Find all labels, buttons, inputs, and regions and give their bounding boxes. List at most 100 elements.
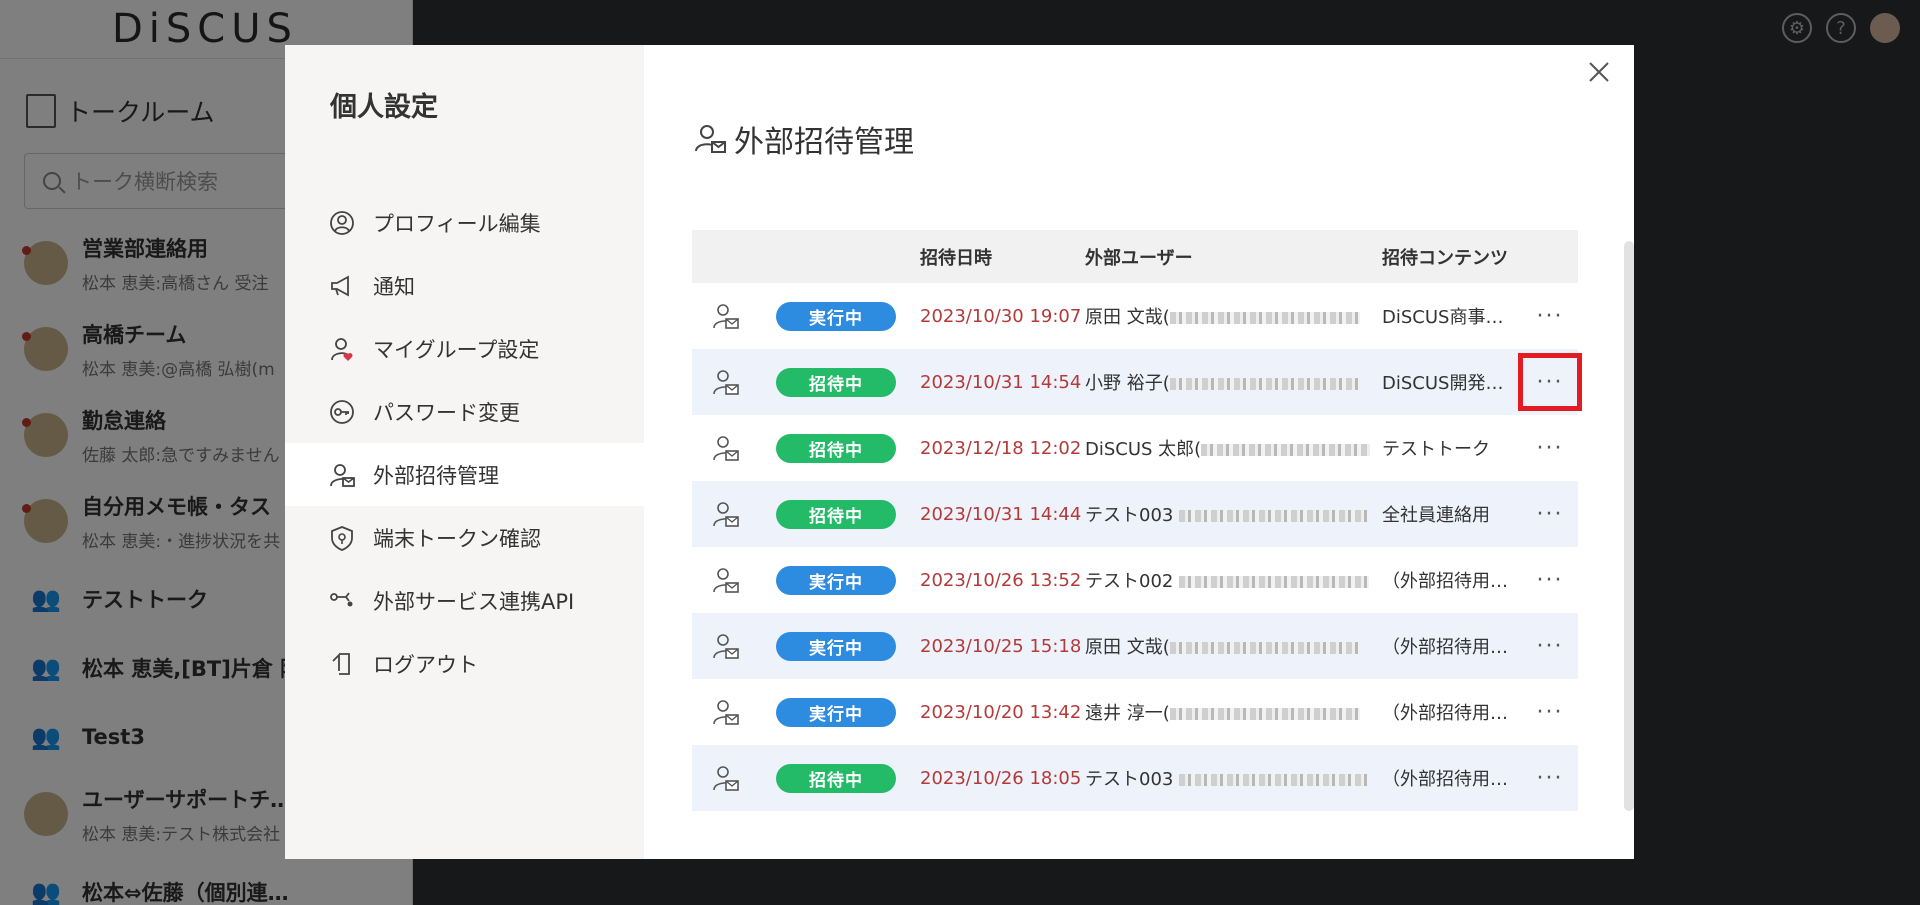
table-row: 実行中 2023/10/30 19:07 原田 文哉(DiSCUS商事と… ··· <box>692 283 1578 349</box>
invite-content: テストトーク <box>1382 439 1490 460</box>
redacted-email <box>1179 510 1370 522</box>
status-badge: 招待中 <box>776 763 896 793</box>
external-user-name: テスト003 <box>1085 505 1180 526</box>
nav-item-megaphone[interactable]: 通知 <box>285 254 644 317</box>
invite-date: 2023/10/26 18:05 <box>920 767 1082 789</box>
status-badge: 招待中 <box>776 433 896 463</box>
more-menu-button[interactable]: ··· <box>1518 683 1582 741</box>
key-icon <box>329 399 355 425</box>
nav-item-label: 端末トークン確認 <box>373 526 541 551</box>
user-heart-icon <box>329 336 355 362</box>
status-badge: 招待中 <box>776 499 896 529</box>
user-mail-icon <box>710 697 740 727</box>
redacted-email <box>1179 576 1370 588</box>
status-badge: 実行中 <box>776 697 896 727</box>
invite-content: （外部招待用… <box>1382 703 1508 724</box>
redacted-email <box>1179 774 1370 786</box>
nav-item-user-circle[interactable]: プロフィール編集 <box>285 191 644 254</box>
external-user-name: DiSCUS 太郎( <box>1085 439 1202 460</box>
external-user: テスト002 <box>1085 567 1370 593</box>
more-menu-button[interactable]: ··· <box>1518 287 1582 345</box>
invite-content: （外部招待用… <box>1382 637 1508 658</box>
external-user: DiSCUS 太郎( <box>1085 435 1370 461</box>
external-user: 原田 文哉( <box>1085 303 1370 329</box>
redacted-email <box>1169 708 1360 720</box>
table-row: 実行中 2023/10/20 13:42 遠井 淳一(（外部招待用… ··· <box>692 679 1578 745</box>
nav-item-logout[interactable]: ログアウト <box>285 632 644 695</box>
external-user-name: テスト002 <box>1085 571 1180 592</box>
invite-date: 2023/10/30 19:07 <box>920 305 1082 327</box>
table-row: 招待中 2023/10/31 14:44 テスト003 全社員連絡用 ··· <box>692 481 1578 547</box>
external-user-name: 原田 文哉( <box>1085 307 1170 328</box>
nav-item-label: ログアウト <box>373 652 478 677</box>
nav-item-api[interactable]: 外部サービス連携API <box>285 569 644 632</box>
invite-date: 2023/12/18 12:02 <box>920 437 1082 459</box>
more-menu-button[interactable]: ··· <box>1518 485 1582 543</box>
nav-item-user-heart[interactable]: マイグループ設定 <box>285 317 644 380</box>
external-user-name: 小野 裕子( <box>1085 373 1170 394</box>
redacted-email <box>1169 642 1360 654</box>
nav-item-label: プロフィール編集 <box>373 211 541 236</box>
user-mail-icon <box>329 462 355 488</box>
table-row: 招待中 2023/10/26 18:05 テスト003 （外部招待用… ··· <box>692 745 1578 811</box>
header-date: 招待日時 <box>920 247 992 269</box>
external-user-name: テスト003 <box>1085 769 1180 790</box>
invite-table: 招待日時 外部ユーザー 招待コンテンツ 実行中 2023/10/30 19:07 原… <box>692 230 1582 811</box>
nav-item-key[interactable]: パスワード変更 <box>285 380 644 443</box>
user-mail-icon <box>710 433 740 463</box>
user-mail-icon <box>710 301 740 331</box>
invite-date: 2023/10/26 13:52 <box>920 569 1082 591</box>
settings-nav-title: 個人設定 <box>330 92 438 123</box>
invite-content: （外部招待用… <box>1382 571 1508 592</box>
nav-item-label: 外部サービス連携API <box>373 589 575 614</box>
external-user: 遠井 淳一( <box>1085 699 1370 725</box>
user-mail-icon <box>710 763 740 793</box>
external-user-name: 遠井 淳一( <box>1085 703 1170 724</box>
nav-item-label: パスワード変更 <box>373 400 520 425</box>
invite-date: 2023/10/31 14:44 <box>920 503 1082 525</box>
more-menu-button[interactable]: ··· <box>1518 353 1582 411</box>
more-menu-button[interactable]: ··· <box>1518 617 1582 675</box>
nav-item-label: 通知 <box>373 274 415 299</box>
nav-item-shield[interactable]: 端末トークン確認 <box>285 506 644 569</box>
invite-content: DiSCUS商事と… <box>1382 307 1520 328</box>
redacted-email <box>1169 378 1360 390</box>
invite-date: 2023/10/25 15:18 <box>920 635 1082 657</box>
table-row: 実行中 2023/10/26 13:52 テスト002 （外部招待用… ··· <box>692 547 1578 613</box>
status-badge: 実行中 <box>776 301 896 331</box>
user-mail-icon <box>710 367 740 397</box>
megaphone-icon <box>329 273 355 299</box>
external-user: 原田 文哉( <box>1085 633 1370 659</box>
page-title: 外部招待管理 <box>692 117 914 161</box>
more-menu-button[interactable]: ··· <box>1518 749 1582 807</box>
header-user: 外部ユーザー <box>1085 247 1193 269</box>
nav-item-user-mail[interactable]: 外部招待管理 <box>285 443 644 506</box>
invite-date: 2023/10/20 13:42 <box>920 701 1082 723</box>
user-mail-icon <box>710 565 740 595</box>
user-mail-icon <box>710 499 740 529</box>
more-menu-button[interactable]: ··· <box>1518 419 1582 477</box>
api-icon <box>329 588 355 614</box>
invite-content: DiSCUS開発チ… <box>1382 373 1520 394</box>
user-mail-icon <box>710 631 740 661</box>
shield-icon <box>329 525 355 551</box>
close-button[interactable] <box>1584 57 1614 87</box>
user-mail-icon <box>695 125 726 153</box>
external-user: テスト003 <box>1085 765 1370 791</box>
table-row: 招待中 2023/10/31 14:54 小野 裕子(DiSCUS開発チ… ··· <box>692 349 1582 415</box>
user-circle-icon <box>329 210 355 236</box>
more-menu-button[interactable]: ··· <box>1518 551 1582 609</box>
settings-main: 外部招待管理 招待日時 外部ユーザー 招待コンテンツ 実行中 2023/10/30… <box>644 45 1634 859</box>
settings-nav: 個人設定 プロフィール編集 通知マイグループ設定 パスワード変更外部招待管理端末トー… <box>285 45 644 859</box>
status-badge: 実行中 <box>776 565 896 595</box>
external-user-name: 原田 文哉( <box>1085 637 1170 658</box>
redacted-email <box>1201 444 1370 456</box>
redacted-email <box>1169 312 1360 324</box>
logout-icon <box>329 651 355 677</box>
nav-item-label: マイグループ設定 <box>373 337 540 362</box>
external-user: テスト003 <box>1085 501 1370 527</box>
table-row: 招待中 2023/12/18 12:02 DiSCUS 太郎(テストトーク ··· <box>692 415 1578 481</box>
page-title-label: 外部招待管理 <box>734 125 914 160</box>
scrollbar[interactable] <box>1624 241 1634 811</box>
status-badge: 実行中 <box>776 631 896 661</box>
